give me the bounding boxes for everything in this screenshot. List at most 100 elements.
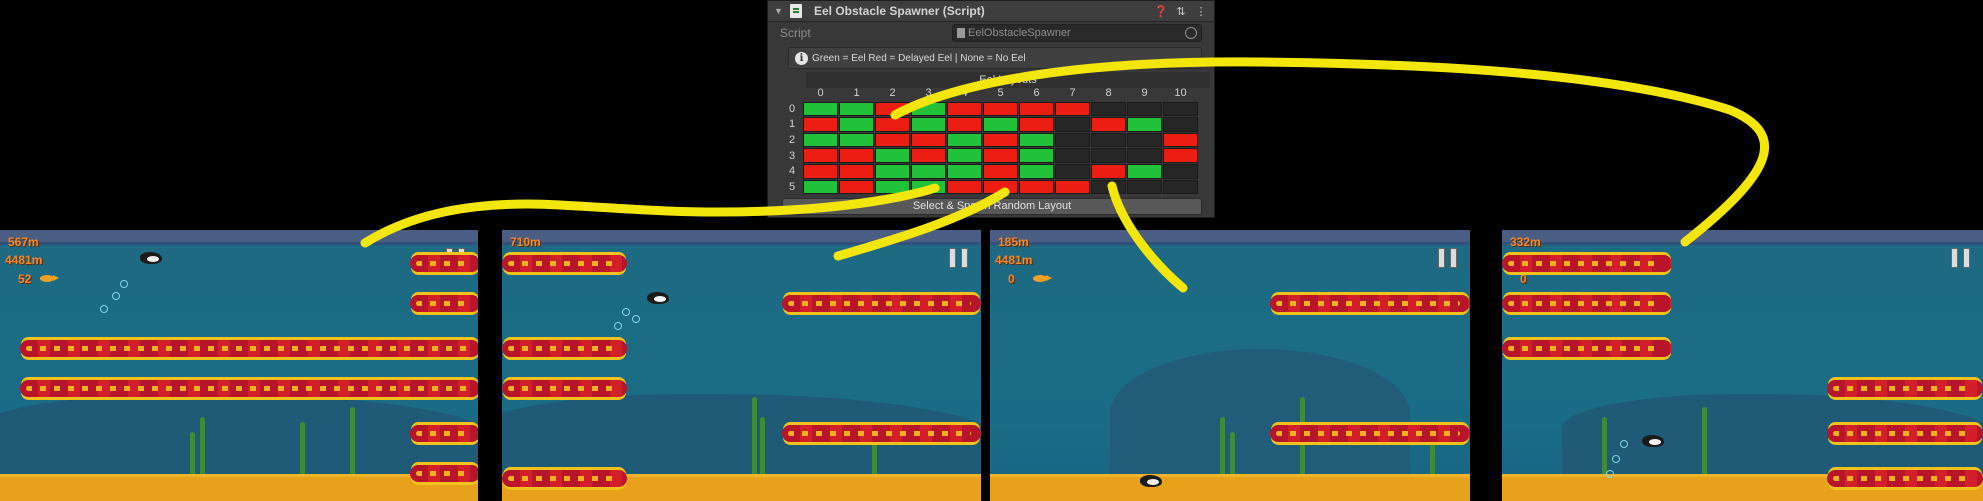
eel-obstacle: [20, 380, 478, 397]
seaweed: [200, 417, 205, 477]
eel-cell[interactable]: [803, 101, 838, 117]
empty-cell[interactable]: [1091, 101, 1126, 117]
empty-cell[interactable]: [1163, 163, 1198, 179]
component-header[interactable]: ▼ Eel Obstacle Spawner (Script) ❓ ⇅ ⋮: [768, 1, 1214, 22]
column-header: 1: [853, 87, 860, 100]
help-icon[interactable]: ❓: [1154, 5, 1168, 18]
delayed-eel-cell[interactable]: [1055, 101, 1090, 117]
delayed-eel-cell[interactable]: [839, 148, 874, 163]
empty-cell[interactable]: [1127, 101, 1162, 117]
eel-cell[interactable]: [947, 132, 982, 148]
row-header: 0: [788, 102, 796, 115]
eel-cell[interactable]: [875, 148, 910, 163]
delayed-eel-cell[interactable]: [1163, 132, 1198, 148]
eel-obstacle: [1827, 425, 1983, 442]
eel-cell[interactable]: [875, 179, 910, 195]
penguin-player: [1642, 435, 1664, 447]
eel-obstacle: [1827, 470, 1983, 487]
eel-obstacle: [1270, 425, 1470, 442]
delayed-eel-cell[interactable]: [803, 148, 838, 163]
random-layout-button[interactable]: Select & Spawn Random Layout: [782, 198, 1202, 215]
empty-cell[interactable]: [1091, 179, 1126, 195]
bubble: [622, 308, 630, 316]
script-object-field[interactable]: EelObstacleSpawner: [952, 24, 1202, 42]
delayed-eel-cell[interactable]: [983, 148, 1018, 163]
empty-cell[interactable]: [1091, 148, 1126, 163]
eel-cell[interactable]: [1019, 148, 1054, 163]
row-header: 3: [788, 149, 796, 162]
empty-cell[interactable]: [1055, 132, 1090, 148]
eel-cell[interactable]: [1127, 117, 1162, 132]
script-row: Script EelObstacleSpawner: [768, 22, 1214, 44]
delayed-eel-cell[interactable]: [803, 117, 838, 132]
eel-obstacle: [410, 295, 478, 312]
seaweed: [1230, 432, 1235, 477]
eel-cell[interactable]: [803, 132, 838, 148]
empty-cell[interactable]: [1163, 179, 1198, 195]
eel-cell[interactable]: [911, 101, 946, 117]
delayed-eel-cell[interactable]: [911, 148, 946, 163]
delayed-eel-cell[interactable]: [983, 163, 1018, 179]
eel-cell[interactable]: [911, 179, 946, 195]
eel-cell[interactable]: [839, 101, 874, 117]
empty-cell[interactable]: [1091, 132, 1126, 148]
fold-arrow-icon[interactable]: ▼: [774, 6, 784, 16]
delayed-eel-cell[interactable]: [1019, 179, 1054, 195]
eel-cell[interactable]: [983, 117, 1018, 132]
empty-cell[interactable]: [1127, 179, 1162, 195]
delayed-eel-cell[interactable]: [1019, 117, 1054, 132]
delayed-eel-cell[interactable]: [983, 132, 1018, 148]
pause-button[interactable]: [949, 248, 969, 270]
eel-obstacle: [410, 425, 478, 442]
delayed-eel-cell[interactable]: [1055, 179, 1090, 195]
fish-count-text: 52: [18, 272, 32, 286]
delayed-eel-cell[interactable]: [1163, 148, 1198, 163]
delayed-eel-cell[interactable]: [1091, 163, 1126, 179]
delayed-eel-cell[interactable]: [947, 179, 982, 195]
seaweed: [1602, 417, 1607, 477]
empty-cell[interactable]: [1055, 148, 1090, 163]
empty-cell[interactable]: [1055, 117, 1090, 132]
eel-cell[interactable]: [875, 163, 910, 179]
kebab-menu-icon[interactable]: ⋮: [1194, 5, 1208, 18]
object-picker-icon[interactable]: [1185, 27, 1197, 39]
eel-cell[interactable]: [1019, 163, 1054, 179]
eel-cell[interactable]: [911, 117, 946, 132]
delayed-eel-cell[interactable]: [875, 101, 910, 117]
empty-cell[interactable]: [1127, 148, 1162, 163]
empty-cell[interactable]: [1163, 101, 1198, 117]
eel-cell[interactable]: [947, 163, 982, 179]
delayed-eel-cell[interactable]: [911, 132, 946, 148]
bubble: [632, 315, 640, 323]
delayed-eel-cell[interactable]: [983, 179, 1018, 195]
eel-cell[interactable]: [1019, 132, 1054, 148]
empty-cell[interactable]: [1127, 132, 1162, 148]
bubble: [1620, 440, 1628, 448]
eel-obstacle-spawner-inspector: ▼ Eel Obstacle Spawner (Script) ❓ ⇅ ⋮ Sc…: [767, 0, 1215, 218]
delayed-eel-cell[interactable]: [839, 179, 874, 195]
eel-cell[interactable]: [947, 148, 982, 163]
seaweed: [1220, 417, 1225, 477]
empty-cell[interactable]: [1055, 163, 1090, 179]
delayed-eel-cell[interactable]: [875, 117, 910, 132]
delayed-eel-cell[interactable]: [1091, 117, 1126, 132]
eel-cell[interactable]: [839, 132, 874, 148]
delayed-eel-cell[interactable]: [983, 101, 1018, 117]
column-header: 7: [1069, 87, 1076, 100]
empty-cell[interactable]: [1163, 117, 1198, 132]
column-header: 9: [1141, 87, 1148, 100]
pause-button[interactable]: [1438, 248, 1458, 270]
eel-cell[interactable]: [803, 179, 838, 195]
eel-cell[interactable]: [911, 163, 946, 179]
info-icon: i: [795, 51, 808, 65]
pause-button[interactable]: [1951, 248, 1971, 270]
eel-cell[interactable]: [839, 117, 874, 132]
eel-cell[interactable]: [1127, 163, 1162, 179]
delayed-eel-cell[interactable]: [947, 101, 982, 117]
delayed-eel-cell[interactable]: [947, 117, 982, 132]
delayed-eel-cell[interactable]: [875, 132, 910, 148]
delayed-eel-cell[interactable]: [839, 163, 874, 179]
delayed-eel-cell[interactable]: [803, 163, 838, 179]
delayed-eel-cell[interactable]: [1019, 101, 1054, 117]
preset-icon[interactable]: ⇅: [1174, 5, 1188, 18]
